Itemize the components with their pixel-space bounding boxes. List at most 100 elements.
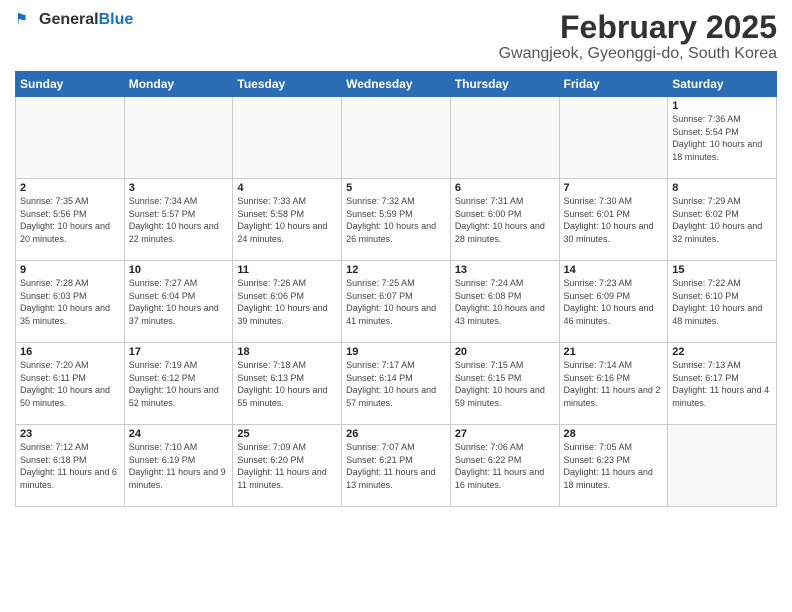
day-number: 1 <box>672 100 772 112</box>
day-info: Sunrise: 7:09 AM Sunset: 6:20 PM Dayligh… <box>237 441 337 491</box>
calendar-week-row: 16Sunrise: 7:20 AM Sunset: 6:11 PM Dayli… <box>16 343 777 425</box>
day-number: 18 <box>237 346 337 358</box>
table-row: 22Sunrise: 7:13 AM Sunset: 6:17 PM Dayli… <box>668 343 777 425</box>
day-info: Sunrise: 7:24 AM Sunset: 6:08 PM Dayligh… <box>455 277 555 327</box>
day-info: Sunrise: 7:10 AM Sunset: 6:19 PM Dayligh… <box>129 441 229 491</box>
day-info: Sunrise: 7:15 AM Sunset: 6:15 PM Dayligh… <box>455 359 555 409</box>
table-row: 10Sunrise: 7:27 AM Sunset: 6:04 PM Dayli… <box>124 261 233 343</box>
logo: ⚑ GeneralBlue <box>15 10 133 30</box>
calendar-week-row: 2Sunrise: 7:35 AM Sunset: 5:56 PM Daylig… <box>16 179 777 261</box>
day-info: Sunrise: 7:14 AM Sunset: 6:16 PM Dayligh… <box>564 359 664 409</box>
day-number: 19 <box>346 346 446 358</box>
calendar-header-row: Sunday Monday Tuesday Wednesday Thursday… <box>16 72 777 97</box>
col-saturday: Saturday <box>668 72 777 97</box>
day-number: 23 <box>20 428 120 440</box>
table-row: 13Sunrise: 7:24 AM Sunset: 6:08 PM Dayli… <box>450 261 559 343</box>
day-number: 6 <box>455 182 555 194</box>
day-number: 16 <box>20 346 120 358</box>
table-row: 12Sunrise: 7:25 AM Sunset: 6:07 PM Dayli… <box>342 261 451 343</box>
calendar-table: Sunday Monday Tuesday Wednesday Thursday… <box>15 71 777 507</box>
table-row: 1Sunrise: 7:36 AM Sunset: 5:54 PM Daylig… <box>668 97 777 179</box>
logo-icon: ⚑ <box>15 10 35 30</box>
table-row: 27Sunrise: 7:06 AM Sunset: 6:22 PM Dayli… <box>450 425 559 507</box>
table-row: 3Sunrise: 7:34 AM Sunset: 5:57 PM Daylig… <box>124 179 233 261</box>
day-info: Sunrise: 7:20 AM Sunset: 6:11 PM Dayligh… <box>20 359 120 409</box>
table-row: 25Sunrise: 7:09 AM Sunset: 6:20 PM Dayli… <box>233 425 342 507</box>
calendar-week-row: 1Sunrise: 7:36 AM Sunset: 5:54 PM Daylig… <box>16 97 777 179</box>
table-row: 26Sunrise: 7:07 AM Sunset: 6:21 PM Dayli… <box>342 425 451 507</box>
day-info: Sunrise: 7:18 AM Sunset: 6:13 PM Dayligh… <box>237 359 337 409</box>
day-number: 17 <box>129 346 229 358</box>
day-info: Sunrise: 7:12 AM Sunset: 6:18 PM Dayligh… <box>20 441 120 491</box>
day-number: 11 <box>237 264 337 276</box>
table-row: 2Sunrise: 7:35 AM Sunset: 5:56 PM Daylig… <box>16 179 125 261</box>
table-row: 28Sunrise: 7:05 AM Sunset: 6:23 PM Dayli… <box>559 425 668 507</box>
page-container: ⚑ GeneralBlue February 2025 Gwangjeok, G… <box>0 0 792 512</box>
day-info: Sunrise: 7:29 AM Sunset: 6:02 PM Dayligh… <box>672 195 772 245</box>
day-number: 9 <box>20 264 120 276</box>
table-row: 16Sunrise: 7:20 AM Sunset: 6:11 PM Dayli… <box>16 343 125 425</box>
day-info: Sunrise: 7:28 AM Sunset: 6:03 PM Dayligh… <box>20 277 120 327</box>
table-row <box>124 97 233 179</box>
day-info: Sunrise: 7:27 AM Sunset: 6:04 PM Dayligh… <box>129 277 229 327</box>
calendar-week-row: 9Sunrise: 7:28 AM Sunset: 6:03 PM Daylig… <box>16 261 777 343</box>
table-row: 15Sunrise: 7:22 AM Sunset: 6:10 PM Dayli… <box>668 261 777 343</box>
table-row <box>233 97 342 179</box>
day-number: 26 <box>346 428 446 440</box>
day-info: Sunrise: 7:23 AM Sunset: 6:09 PM Dayligh… <box>564 277 664 327</box>
header: ⚑ GeneralBlue February 2025 Gwangjeok, G… <box>15 10 777 63</box>
table-row: 17Sunrise: 7:19 AM Sunset: 6:12 PM Dayli… <box>124 343 233 425</box>
day-number: 22 <box>672 346 772 358</box>
day-number: 25 <box>237 428 337 440</box>
table-row: 9Sunrise: 7:28 AM Sunset: 6:03 PM Daylig… <box>16 261 125 343</box>
day-number: 13 <box>455 264 555 276</box>
day-number: 4 <box>237 182 337 194</box>
day-number: 5 <box>346 182 446 194</box>
calendar-week-row: 23Sunrise: 7:12 AM Sunset: 6:18 PM Dayli… <box>16 425 777 507</box>
day-number: 2 <box>20 182 120 194</box>
day-number: 10 <box>129 264 229 276</box>
day-info: Sunrise: 7:30 AM Sunset: 6:01 PM Dayligh… <box>564 195 664 245</box>
table-row: 18Sunrise: 7:18 AM Sunset: 6:13 PM Dayli… <box>233 343 342 425</box>
table-row: 11Sunrise: 7:26 AM Sunset: 6:06 PM Dayli… <box>233 261 342 343</box>
day-number: 15 <box>672 264 772 276</box>
col-tuesday: Tuesday <box>233 72 342 97</box>
day-info: Sunrise: 7:19 AM Sunset: 6:12 PM Dayligh… <box>129 359 229 409</box>
svg-text:⚑: ⚑ <box>15 11 28 27</box>
day-number: 28 <box>564 428 664 440</box>
table-row: 20Sunrise: 7:15 AM Sunset: 6:15 PM Dayli… <box>450 343 559 425</box>
day-number: 14 <box>564 264 664 276</box>
day-info: Sunrise: 7:25 AM Sunset: 6:07 PM Dayligh… <box>346 277 446 327</box>
day-info: Sunrise: 7:32 AM Sunset: 5:59 PM Dayligh… <box>346 195 446 245</box>
day-info: Sunrise: 7:31 AM Sunset: 6:00 PM Dayligh… <box>455 195 555 245</box>
day-info: Sunrise: 7:07 AM Sunset: 6:21 PM Dayligh… <box>346 441 446 491</box>
logo-text: GeneralBlue <box>39 11 133 29</box>
table-row <box>342 97 451 179</box>
col-monday: Monday <box>124 72 233 97</box>
day-number: 24 <box>129 428 229 440</box>
col-sunday: Sunday <box>16 72 125 97</box>
day-number: 8 <box>672 182 772 194</box>
day-info: Sunrise: 7:17 AM Sunset: 6:14 PM Dayligh… <box>346 359 446 409</box>
day-info: Sunrise: 7:33 AM Sunset: 5:58 PM Dayligh… <box>237 195 337 245</box>
logo-general: GeneralBlue <box>39 11 133 29</box>
day-number: 20 <box>455 346 555 358</box>
col-friday: Friday <box>559 72 668 97</box>
table-row: 24Sunrise: 7:10 AM Sunset: 6:19 PM Dayli… <box>124 425 233 507</box>
table-row: 8Sunrise: 7:29 AM Sunset: 6:02 PM Daylig… <box>668 179 777 261</box>
day-info: Sunrise: 7:13 AM Sunset: 6:17 PM Dayligh… <box>672 359 772 409</box>
day-info: Sunrise: 7:06 AM Sunset: 6:22 PM Dayligh… <box>455 441 555 491</box>
day-info: Sunrise: 7:26 AM Sunset: 6:06 PM Dayligh… <box>237 277 337 327</box>
table-row: 19Sunrise: 7:17 AM Sunset: 6:14 PM Dayli… <box>342 343 451 425</box>
table-row <box>559 97 668 179</box>
table-row <box>16 97 125 179</box>
col-thursday: Thursday <box>450 72 559 97</box>
day-info: Sunrise: 7:35 AM Sunset: 5:56 PM Dayligh… <box>20 195 120 245</box>
table-row: 6Sunrise: 7:31 AM Sunset: 6:00 PM Daylig… <box>450 179 559 261</box>
table-row: 7Sunrise: 7:30 AM Sunset: 6:01 PM Daylig… <box>559 179 668 261</box>
table-row: 4Sunrise: 7:33 AM Sunset: 5:58 PM Daylig… <box>233 179 342 261</box>
table-row: 14Sunrise: 7:23 AM Sunset: 6:09 PM Dayli… <box>559 261 668 343</box>
calendar-title: February 2025 <box>499 10 777 45</box>
day-info: Sunrise: 7:22 AM Sunset: 6:10 PM Dayligh… <box>672 277 772 327</box>
day-number: 3 <box>129 182 229 194</box>
